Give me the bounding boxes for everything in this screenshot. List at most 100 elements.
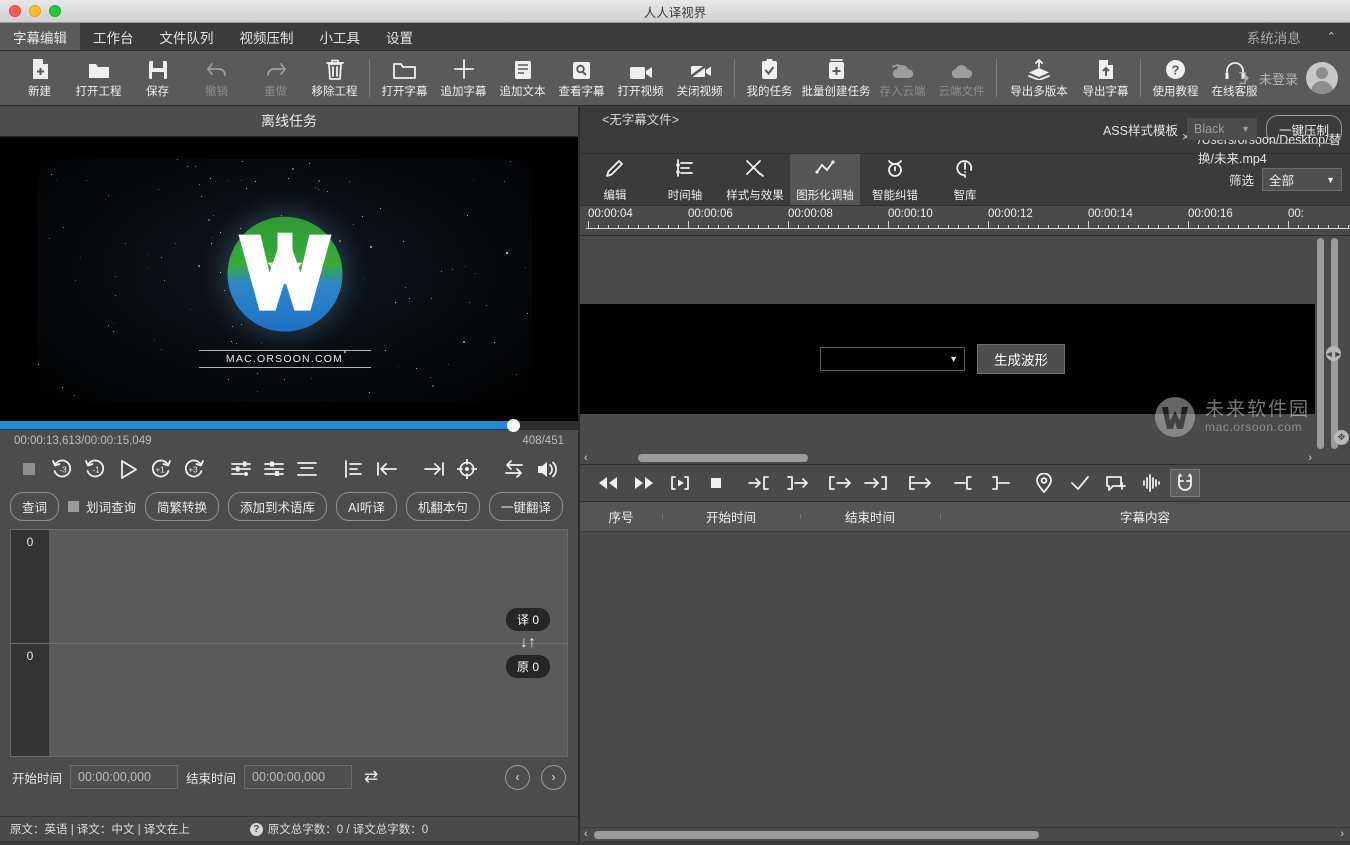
- video-preview[interactable]: MAC.ORSOON.COM: [0, 136, 578, 421]
- login-area[interactable]: 未登录: [1237, 51, 1338, 105]
- table-scroll-thumb[interactable]: [594, 831, 1039, 839]
- play-button[interactable]: [111, 454, 144, 484]
- move-to-in-button[interactable]: [742, 468, 778, 498]
- toolbar-button-关闭视频[interactable]: 关闭视频: [670, 52, 729, 104]
- marker-button[interactable]: [1026, 468, 1062, 498]
- toolbar-button-新建[interactable]: 新建: [10, 52, 69, 104]
- action-button-简繁转换[interactable]: 简繁转换: [145, 491, 220, 521]
- swap-lines-icon[interactable]: ↓↑: [520, 635, 536, 651]
- previous-subtitle-button[interactable]: ‹: [505, 764, 530, 790]
- set-in-point-button[interactable]: [370, 454, 403, 484]
- scroll-right-icon[interactable]: ›: [1308, 452, 1312, 464]
- back-3-button[interactable]: -3: [45, 454, 78, 484]
- action-button-查词[interactable]: 查词: [10, 491, 60, 521]
- toolbar-button-撤销[interactable]: 撤销: [187, 52, 246, 104]
- waveform-vertical-scrollbar-1[interactable]: [1315, 236, 1326, 451]
- scroll-left-icon[interactable]: ‹: [584, 452, 588, 464]
- seek-handle[interactable]: [507, 419, 520, 432]
- toolbar-button-移除工程[interactable]: 移除工程: [305, 52, 364, 104]
- action-button-添加到术语库[interactable]: 添加到术语库: [228, 491, 328, 521]
- fast-forward-button[interactable]: [626, 468, 662, 498]
- help-icon[interactable]: ?: [249, 822, 263, 836]
- menu-item-3[interactable]: 视频压制: [227, 23, 307, 50]
- menu-item-4[interactable]: 小工具: [307, 23, 374, 50]
- one-click-compress-button[interactable]: 一键压制: [1265, 114, 1342, 144]
- tab-图形化调轴[interactable]: 图形化调轴: [790, 154, 860, 205]
- tab-智能纠错[interactable]: 智能纠错: [860, 154, 930, 205]
- toolbar-button-打开视频[interactable]: 打开视频: [611, 52, 670, 104]
- menu-item-5[interactable]: 设置: [373, 23, 426, 50]
- tab-样式与效果[interactable]: 样式与效果: [720, 154, 790, 205]
- action-button-AI听译[interactable]: AI听译: [336, 491, 397, 521]
- move-from-out-button[interactable]: [778, 468, 814, 498]
- tab-编辑[interactable]: 编辑: [580, 154, 650, 205]
- toolbar-button-使用教程[interactable]: ? 使用教程: [1146, 52, 1205, 104]
- video-seek-bar[interactable]: [0, 419, 578, 432]
- column-header-序号[interactable]: 序号: [580, 507, 662, 526]
- menu-item-0[interactable]: 字幕编辑: [0, 23, 80, 50]
- horizontal-scroll-thumb[interactable]: [638, 454, 808, 462]
- subtitle-table-body[interactable]: ‹ ›: [580, 532, 1350, 841]
- volume-button[interactable]: [530, 454, 563, 484]
- forward-3-button[interactable]: +3: [177, 454, 210, 484]
- marker-query-checkbox[interactable]: 划词查询: [68, 497, 136, 516]
- ass-template-select[interactable]: Black ▼: [1186, 118, 1257, 140]
- toolbar-button-重做[interactable]: 重做: [246, 52, 305, 104]
- confirm-button[interactable]: [1062, 468, 1098, 498]
- adjust-sliders-button[interactable]: [224, 454, 257, 484]
- tab-时间轴[interactable]: 时间轴: [650, 154, 720, 205]
- toolbar-button-云端文件[interactable]: 云端文件: [932, 52, 991, 104]
- toolbar-button-批量创建任务[interactable]: 批量创建任务: [799, 52, 873, 104]
- toolbar-button-我的任务[interactable]: 我的任务: [740, 52, 799, 104]
- translation-tag[interactable]: 译 0: [505, 608, 550, 631]
- waveform-horizontal-scrollbar[interactable]: ‹ ›: [580, 451, 1350, 465]
- table-scroll-left-icon[interactable]: ‹: [584, 828, 588, 840]
- avatar[interactable]: [1306, 62, 1338, 94]
- toolbar-button-打开字幕[interactable]: 打开字幕: [375, 52, 434, 104]
- table-scroll-right-icon[interactable]: ›: [1340, 828, 1344, 840]
- chevron-up-icon[interactable]: ⌃: [1327, 30, 1336, 43]
- shift-in-button[interactable]: [822, 468, 858, 498]
- next-subtitle-button[interactable]: ›: [541, 764, 566, 790]
- toolbar-button-追加文本[interactable]: 追加文本: [493, 52, 552, 104]
- stop-button[interactable]: [698, 468, 734, 498]
- shift-out-button[interactable]: [858, 468, 894, 498]
- forward-1-button[interactable]: +1: [144, 454, 177, 484]
- table-horizontal-scrollbar[interactable]: ‹ ›: [580, 827, 1350, 841]
- play-segment-button[interactable]: [662, 468, 698, 498]
- toolbar-button-查看字幕[interactable]: 查看字幕: [552, 52, 611, 104]
- magnet-snap-button[interactable]: [1170, 469, 1200, 497]
- original-tag[interactable]: 原 0: [505, 655, 550, 678]
- checkbox-box[interactable]: [68, 500, 80, 512]
- generate-waveform-button[interactable]: 生成波形: [977, 344, 1065, 374]
- filter-select[interactable]: 全部 ▼: [1262, 168, 1342, 191]
- swap-button[interactable]: [497, 454, 530, 484]
- column-header-字幕内容[interactable]: 字幕内容: [940, 507, 1350, 526]
- horizontal-resize-grip[interactable]: ◄►: [1325, 346, 1342, 361]
- align-center-button[interactable]: [257, 454, 290, 484]
- target-button[interactable]: [450, 454, 483, 484]
- timeline-ruler[interactable]: 00:00:04 00:00:06 00:00:08 00:00:10 00:00:12…: [580, 206, 1350, 236]
- menu-item-1[interactable]: 工作台: [80, 23, 147, 50]
- align-bottom-button[interactable]: [290, 454, 323, 484]
- toolbar-button-存入云端[interactable]: 存入云端: [873, 52, 932, 104]
- rewind-button[interactable]: [590, 468, 626, 498]
- extend-button[interactable]: [902, 468, 938, 498]
- waveform-vertical-scrollbar-2[interactable]: [1329, 236, 1340, 451]
- original-input[interactable]: [49, 644, 567, 757]
- audio-track-select[interactable]: ▼: [820, 347, 965, 371]
- end-time-input[interactable]: 00:00:00,000: [244, 765, 353, 789]
- column-header-开始时间[interactable]: 开始时间: [662, 507, 800, 526]
- set-out-point-button[interactable]: [417, 454, 450, 484]
- comment-button[interactable]: [1098, 468, 1134, 498]
- trim-end-button[interactable]: [982, 468, 1018, 498]
- system-message-area[interactable]: 系统消息 ⌃: [1229, 23, 1350, 50]
- start-time-input[interactable]: 00:00:00,000: [70, 765, 179, 789]
- corner-resize-grip[interactable]: ✥: [1334, 430, 1349, 445]
- toolbar-button-导出字幕[interactable]: 导出字幕: [1076, 52, 1135, 104]
- swap-times-icon[interactable]: ⇄: [364, 767, 378, 787]
- trim-start-button[interactable]: [946, 468, 982, 498]
- translation-input[interactable]: [49, 530, 567, 643]
- stop-button[interactable]: [12, 454, 45, 484]
- action-button-机翻本句[interactable]: 机翻本句: [405, 491, 480, 521]
